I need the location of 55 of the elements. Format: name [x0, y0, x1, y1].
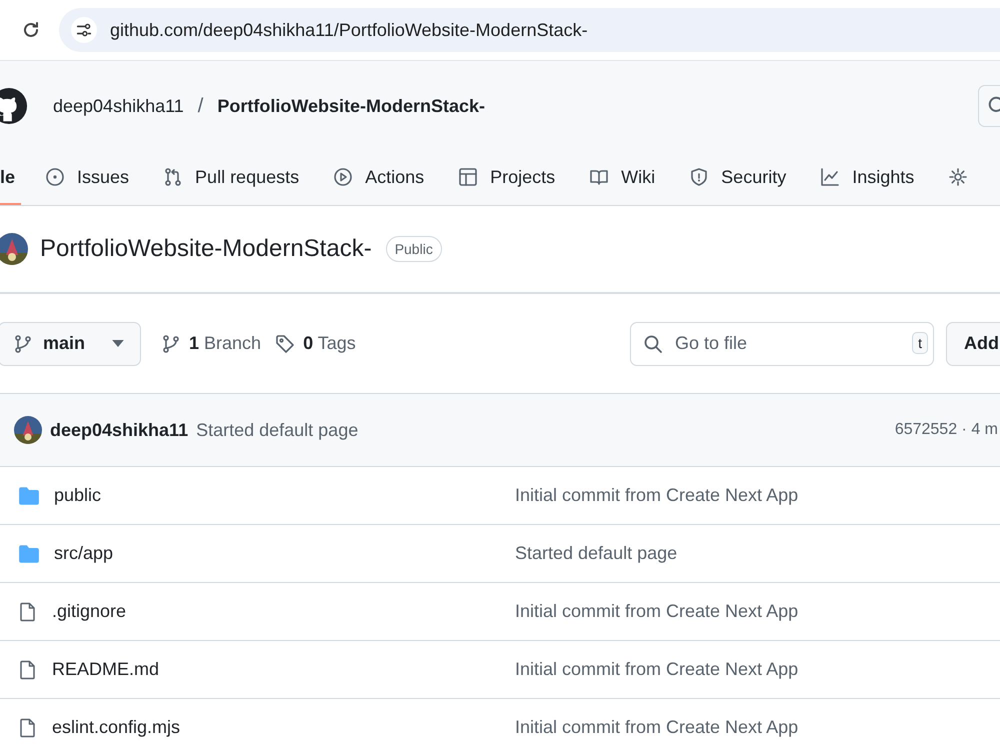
folder-link[interactable]: public	[54, 485, 102, 506]
reload-icon[interactable]	[21, 20, 41, 40]
repo-name-link[interactable]: PortfolioWebsite-ModernStack-	[217, 96, 486, 116]
table-icon	[458, 167, 478, 187]
repo-tab[interactable]: Insights	[810, 151, 924, 205]
repo-tab[interactable]: Wiki	[579, 151, 666, 205]
file-link[interactable]: .gitignore	[52, 601, 126, 622]
circle-dot-icon	[45, 167, 66, 187]
tags-link[interactable]: 0 Tags	[275, 333, 356, 354]
file-icon	[18, 658, 38, 680]
folder-link[interactable]: src/app	[54, 543, 114, 564]
tag-icon	[275, 334, 296, 354]
avatar	[0, 233, 28, 265]
pull-request-icon	[163, 167, 184, 187]
branch-icon	[161, 334, 181, 354]
play-icon	[333, 167, 354, 187]
branch-icon	[13, 334, 33, 354]
avatar	[14, 416, 42, 444]
visibility-badge: Public	[386, 236, 442, 262]
commit-message-link[interactable]: Initial commit from Create Next App	[515, 485, 1000, 506]
github-logo[interactable]	[0, 87, 28, 125]
commit-message-link[interactable]: Initial commit from Create Next App	[515, 717, 1000, 738]
repo-tab[interactable]: le	[0, 151, 22, 205]
repo-tab[interactable]: Security	[679, 151, 796, 205]
url-text: github.com/deep04shikha11/PortfolioWebsite-ModernStack-	[110, 20, 588, 40]
branches-link[interactable]: 1 Branch	[161, 333, 262, 354]
repo-tab[interactable]: Pull requests	[153, 151, 310, 205]
folder-icon	[18, 542, 40, 564]
path-separator: /	[198, 94, 204, 118]
commit-author[interactable]: deep04shikha11	[50, 420, 188, 440]
commit-message-link[interactable]: Initial commit from Create Next App	[515, 601, 1000, 622]
add-file-button[interactable]: Add	[946, 322, 1000, 366]
owner-link[interactable]: deep04shikha11	[53, 96, 184, 116]
file-icon	[18, 716, 38, 738]
repo-tab[interactable]: Projects	[448, 151, 566, 205]
file-link[interactable]: eslint.config.mjs	[52, 717, 180, 738]
folder-icon	[18, 484, 40, 506]
commit-message[interactable]: Started default page	[196, 420, 358, 440]
shortcut-key: t	[912, 332, 928, 354]
repo-tab[interactable]: Actions	[323, 151, 434, 205]
site-settings-icon[interactable]	[71, 17, 97, 43]
commit-message-link[interactable]: Initial commit from Create Next App	[515, 659, 1000, 680]
shield-icon	[689, 167, 710, 187]
graph-icon	[820, 167, 840, 187]
address-bar[interactable]: github.com/deep04shikha11/PortfolioWebsite-ModernStack-	[59, 8, 1000, 52]
branch-select[interactable]: main	[0, 322, 141, 366]
book-icon	[589, 167, 610, 187]
commit-message-link[interactable]: Started default page	[515, 543, 1000, 564]
repo-tab[interactable]: Issues	[35, 151, 140, 205]
repo-title: PortfolioWebsite-ModernStack-	[40, 235, 372, 263]
file-icon	[18, 600, 38, 622]
file-link[interactable]: README.md	[52, 659, 160, 680]
commit-meta[interactable]: 6572552 · 4 m	[894, 421, 998, 439]
gear-icon	[948, 167, 968, 187]
caret-icon	[112, 340, 124, 347]
